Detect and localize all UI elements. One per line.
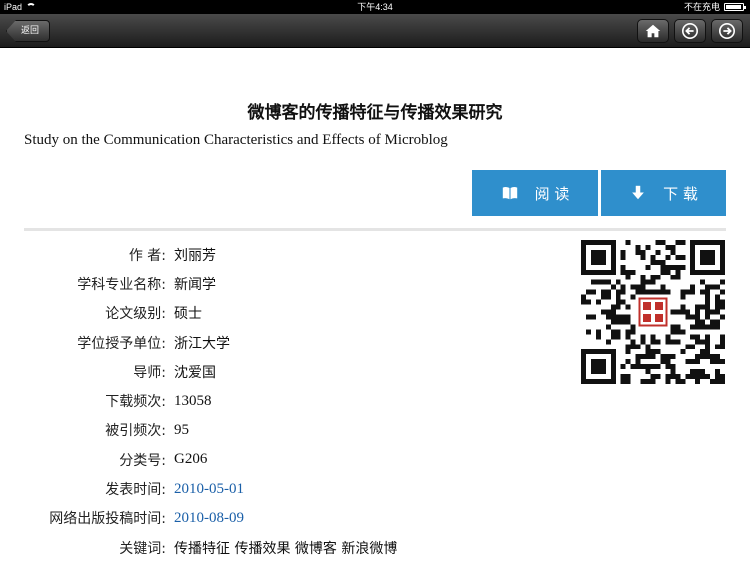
- metadata-row-keywords: 关键词: 传播特征 传播效果 微博客 新浪微博: [24, 533, 564, 562]
- home-icon: [645, 24, 661, 38]
- status-bar: iPad 下午4:34 不在充电: [0, 0, 750, 14]
- battery-icon: [724, 3, 746, 11]
- metadata-row-publish-date: 发表时间: 2010-05-01: [24, 474, 564, 503]
- metadata-row-online-date: 网络出版投稿时间: 2010-08-09: [24, 504, 564, 533]
- author-label: 作 者:: [128, 247, 166, 264]
- battery-status-text: 不在充电: [683, 2, 720, 12]
- status-time: 下午4:34: [357, 2, 393, 12]
- online-date-label: 网络出版投稿时间:: [49, 511, 166, 528]
- page-subtitle-english: Study on the Communication Characteristi…: [24, 132, 448, 148]
- metadata-row-citations: 被引频次: 95: [24, 416, 564, 445]
- metadata-row-major: 学科专业名称: 新闻学: [24, 269, 564, 298]
- downloads-value: 13058: [174, 392, 212, 409]
- download-arrow-icon: [632, 185, 644, 200]
- back-arrow-button[interactable]: [674, 19, 706, 43]
- cnki-seal-logo: [636, 295, 670, 329]
- page-title: 微博客的传播特征与传播效果研究: [247, 103, 503, 123]
- metadata-row-advisor: 导师: 沈爱国: [24, 357, 564, 386]
- back-button[interactable]: 返回: [6, 20, 51, 42]
- institution-value: 浙江大学: [174, 335, 230, 352]
- online-date-link[interactable]: 2010-08-09: [166, 510, 244, 527]
- arrow-left-icon: [681, 22, 699, 40]
- keywords-value: 传播特征 传播效果 微博客 新浪微博: [174, 540, 398, 557]
- metadata-row-degree-level: 论文级别: 硕士: [24, 299, 564, 328]
- metadata-row-author: 作 者: 刘丽芳: [24, 240, 564, 269]
- book-icon: [502, 187, 517, 200]
- advisor-label: 导师:: [133, 364, 166, 381]
- download-button-label: 下 载: [663, 184, 698, 203]
- download-button[interactable]: 下 载: [601, 170, 726, 216]
- qr-code-image: [581, 240, 725, 384]
- arrow-right-icon: [718, 22, 736, 40]
- metadata-list: 作 者: 刘丽芳 学科专业名称: 新闻学 论文级别: 硕士 学位授予单位: 浙江…: [24, 240, 564, 562]
- degree-level-value: 硕士: [174, 306, 202, 323]
- advisor-value: 沈爱国: [174, 364, 216, 381]
- citations-value: 95: [174, 421, 189, 438]
- read-button[interactable]: 阅 读: [472, 170, 598, 216]
- major-label: 学科专业名称:: [77, 276, 166, 293]
- home-button[interactable]: [637, 19, 669, 43]
- metadata-row-institution: 学位授予单位: 浙江大学: [24, 328, 564, 357]
- major-value: 新闻学: [174, 276, 216, 293]
- citations-label: 被引频次:: [105, 423, 166, 440]
- top-toolbar: 返回: [0, 14, 750, 48]
- forward-arrow-button[interactable]: [711, 19, 743, 43]
- publish-date-link[interactable]: 2010-05-01: [166, 481, 244, 498]
- metadata-row-classification: 分类号: G206: [24, 445, 564, 474]
- institution-label: 学位授予单位:: [77, 335, 166, 352]
- divider: [24, 228, 726, 231]
- read-button-label: 阅 读: [534, 184, 570, 203]
- author-value: 刘丽芳: [174, 247, 216, 264]
- metadata-row-downloads: 下载频次: 13058: [24, 386, 564, 415]
- downloads-label: 下载频次:: [105, 394, 166, 411]
- publish-date-label: 发表时间:: [105, 482, 166, 499]
- degree-level-label: 论文级别:: [105, 306, 166, 323]
- classification-value: G206: [174, 451, 208, 468]
- keywords-label: 关键词:: [119, 540, 166, 557]
- classification-label: 分类号:: [119, 452, 166, 469]
